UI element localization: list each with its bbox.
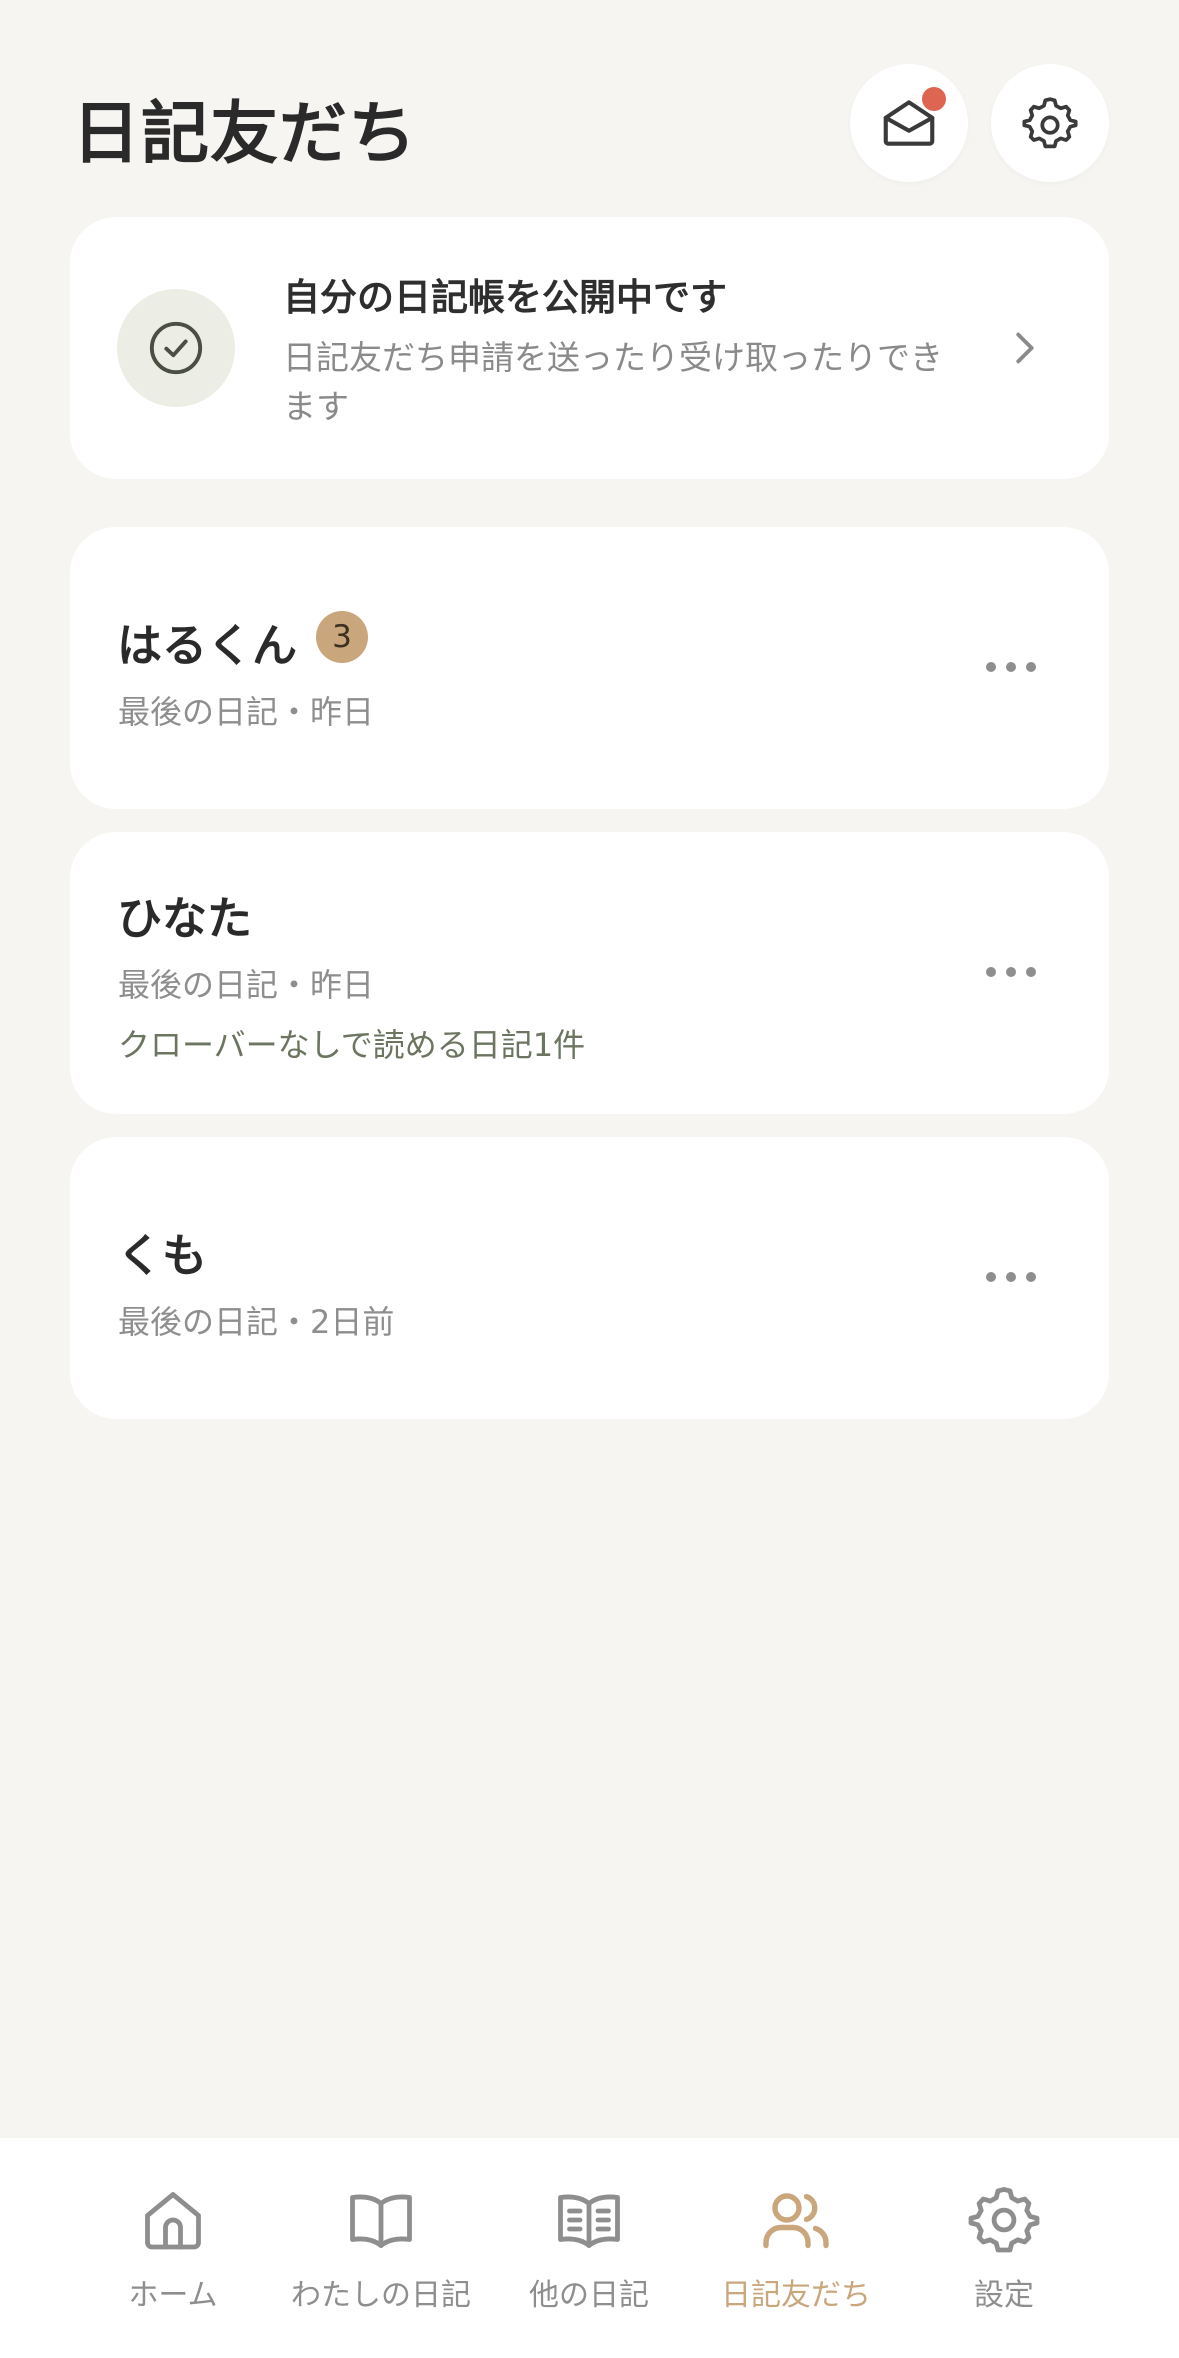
friend-name: ひなた xyxy=(117,892,253,945)
nav-item-other-diaries[interactable]: 他の日記 xyxy=(489,2138,689,2358)
users-icon xyxy=(763,2193,829,2249)
nav-label-other-diaries: 他の日記 xyxy=(529,2278,649,2313)
home-icon xyxy=(145,2192,201,2250)
gear-icon xyxy=(1022,97,1078,149)
status-icon-wrap xyxy=(117,289,235,407)
book-lines-icon xyxy=(558,2194,620,2248)
header: 日記友だち xyxy=(0,0,1179,200)
friend-card[interactable]: はるくん 3 最後の日記・昨日 xyxy=(70,527,1109,809)
notification-dot xyxy=(922,87,946,111)
bottom-navigation: ホーム わたしの日記 他の日記 日記友だち 設定 xyxy=(0,2138,1179,2358)
free-diary-note: クローバーなしで読める日記1件 xyxy=(118,1026,586,1064)
nav-label-diary-friends: 日記友だち xyxy=(721,2278,871,2313)
friend-card[interactable]: ひなた 最後の日記・昨日 クローバーなしで読める日記1件 xyxy=(70,832,1109,1114)
more-options-button[interactable] xyxy=(971,952,1051,992)
check-circle-icon xyxy=(149,321,203,375)
nav-item-settings[interactable]: 設定 xyxy=(904,2138,1104,2358)
friend-last-diary: 最後の日記・昨日 xyxy=(118,966,375,1004)
nav-item-my-diary[interactable]: わたしの日記 xyxy=(281,2138,481,2358)
friend-name: はるくん xyxy=(117,619,298,672)
more-options-button[interactable] xyxy=(971,1257,1051,1297)
friend-last-diary: 最後の日記・昨日 xyxy=(118,693,375,731)
book-open-icon xyxy=(350,2194,412,2248)
page-title: 日記友だち xyxy=(72,95,418,174)
more-options-button[interactable] xyxy=(971,647,1051,687)
chevron-right-icon xyxy=(1016,332,1034,364)
friend-name: くも xyxy=(117,1229,208,1282)
status-description: 日記友だち申請を送ったり受け取ったりできます xyxy=(283,338,943,426)
nav-item-diary-friends[interactable]: 日記友だち xyxy=(696,2138,896,2358)
status-title: 自分の日記帳を公開中です xyxy=(283,276,727,319)
nav-label-settings: 設定 xyxy=(974,2278,1034,2313)
unread-badge: 3 xyxy=(316,611,368,663)
more-horizontal-icon xyxy=(986,967,1036,977)
friends-screen: 日記友だち 自分の日記帳を公開中です 日記友だち申請を送ったり受け取ったりできま… xyxy=(0,0,1179,2358)
nav-label-my-diary: わたしの日記 xyxy=(291,2278,471,2313)
more-horizontal-icon xyxy=(986,662,1036,672)
settings-button[interactable] xyxy=(991,64,1109,182)
friend-card[interactable]: くも 最後の日記・2日前 xyxy=(70,1137,1109,1419)
more-horizontal-icon xyxy=(986,1272,1036,1282)
gear-icon xyxy=(968,2187,1040,2253)
public-status-card[interactable]: 自分の日記帳を公開中です 日記友だち申請を送ったり受け取ったりできます xyxy=(70,217,1109,479)
nav-item-home[interactable]: ホーム xyxy=(73,2138,273,2358)
mail-button[interactable] xyxy=(850,64,968,182)
friend-last-diary: 最後の日記・2日前 xyxy=(118,1303,395,1341)
nav-label-home: ホーム xyxy=(128,2278,218,2313)
